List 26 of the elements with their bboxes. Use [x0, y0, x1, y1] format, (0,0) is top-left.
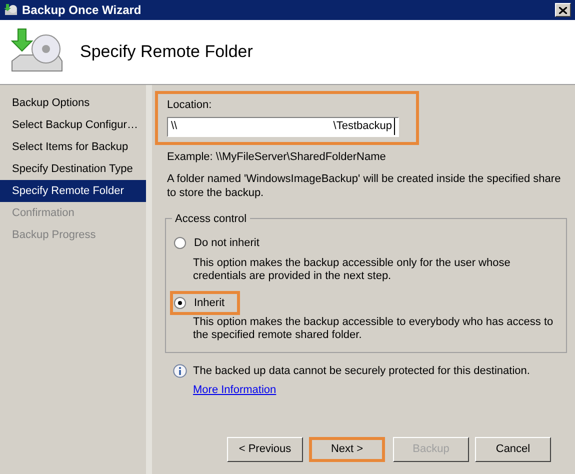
wizard-button[interactable]: < Previous [227, 437, 303, 462]
sidebar-item[interactable]: Specify Destination Type [0, 158, 146, 180]
sidebar-item[interactable]: Backup Options [0, 92, 146, 114]
wizard-button[interactable]: Next > [309, 437, 385, 462]
window-title: Backup Once Wizard [22, 2, 142, 19]
backup-icon [4, 3, 18, 17]
radio-label[interactable]: Do not inherit [194, 235, 260, 252]
radio-button[interactable] [174, 296, 186, 309]
page-title: Specify Remote Folder [80, 41, 253, 64]
option-description: This option makes the backup accessible only for the user whose credentials are provided in the next step. [192, 256, 512, 282]
radio-label[interactable]: Inherit [194, 294, 225, 311]
note-text: A folder named 'WindowsImageBackup' will be created inside the specified share to store the backup. [167, 172, 562, 200]
sidebar-item[interactable]: Select Items for Backup [0, 136, 146, 158]
info-icon [173, 364, 187, 378]
option-description: This option makes the backup accessible to everybody who has access to the specified remote shared folder. [192, 316, 554, 342]
close-button[interactable] [555, 3, 571, 17]
close-icon [559, 6, 567, 14]
location-label: Location: [167, 98, 213, 113]
sidebar-item[interactable]: Select Backup Configur… [0, 114, 146, 136]
sidebar-item[interactable]: Specify Remote Folder [0, 180, 146, 202]
example-text: Example: \\MyFileServer\SharedFolderName [167, 150, 387, 164]
location-field[interactable]: \\ \Testbackup [167, 116, 399, 136]
radio-button[interactable] [174, 237, 186, 250]
wizard-button[interactable]: Cancel [475, 437, 551, 462]
info-text: The backed up data cannot be securely protected for this destination. [193, 364, 530, 379]
more-information-link[interactable]: More Information [193, 382, 276, 398]
